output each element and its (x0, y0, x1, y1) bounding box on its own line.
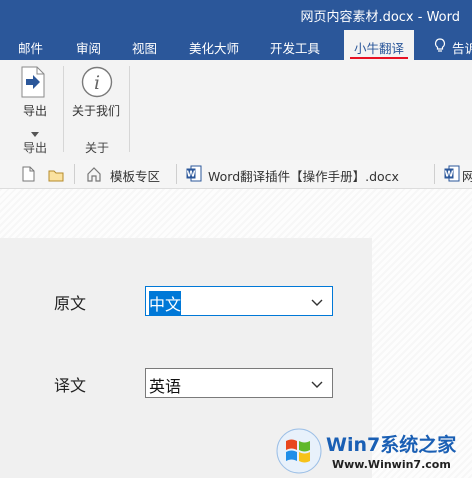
source-language-label: 原文 (54, 294, 87, 313)
chevron-down-icon (310, 376, 324, 390)
info-icon: i (81, 66, 113, 102)
watermark-url: Www.Winwin7.com (332, 458, 451, 471)
word-doc-icon: W (186, 165, 202, 186)
new-document-icon[interactable] (22, 166, 35, 186)
about-us-button[interactable]: i 关于我们 (68, 64, 126, 120)
tab-tell-me[interactable]: 告诉 (452, 38, 472, 57)
svg-text:W: W (187, 170, 196, 179)
next-document-tab[interactable]: 网 (462, 166, 472, 185)
word-doc-icon: W (444, 165, 460, 186)
tab-developer[interactable]: 开发工具 (270, 38, 320, 57)
document-tab-bar: 模板专区 W Word翻译插件【操作手册】.docx W 网 (0, 160, 472, 189)
window-title: 网页内容素材.docx - Word (300, 10, 460, 25)
tab-review[interactable]: 审阅 (76, 38, 101, 57)
svg-text:i: i (94, 72, 100, 94)
tab-mailings[interactable]: 邮件 (18, 38, 43, 57)
document-tab[interactable]: Word翻译插件【操作手册】.docx (208, 166, 399, 185)
home-icon (86, 166, 102, 186)
target-language-label: 译文 (54, 376, 87, 395)
divider (176, 164, 177, 184)
divider (74, 164, 75, 184)
source-language-value: 中文 (149, 291, 182, 315)
export-group: 导出 导出 (0, 60, 64, 160)
export-label: 导出 (23, 104, 48, 118)
group-separator (129, 66, 130, 152)
chevron-down-icon (310, 294, 324, 308)
lightbulb-icon (434, 38, 446, 57)
watermark-text: Win7系统之家 (326, 434, 457, 456)
export-group-label: 导出 (23, 141, 48, 155)
folder-icon[interactable] (48, 167, 64, 186)
watermark: Win7系统之家 Www.Winwin7.com (274, 426, 472, 478)
svg-text:W: W (445, 170, 454, 179)
target-language-value: 英语 (149, 377, 182, 396)
target-language-select[interactable]: 英语 (145, 368, 333, 398)
divider (434, 164, 435, 184)
export-button[interactable]: 导出 (10, 64, 56, 137)
tab-view[interactable]: 视图 (132, 38, 157, 57)
source-language-select[interactable]: 中文 (145, 286, 333, 316)
tab-niutrans[interactable]: 小牛翻译 (344, 30, 415, 60)
about-group: i 关于我们 关于 (64, 60, 130, 160)
template-area-tab[interactable]: 模板专区 (110, 166, 160, 185)
title-bar: 网页内容素材.docx - Word (0, 0, 472, 30)
windows-logo-icon (276, 428, 322, 478)
ribbon-tabs: 邮件 审阅 视图 美化大师 开发工具 小牛翻译 告诉 (0, 30, 472, 60)
about-group-label: 关于 (85, 141, 110, 155)
tab-beautify[interactable]: 美化大师 (189, 38, 239, 57)
ribbon: 导出 导出 i 关于我们 关于 (0, 60, 472, 161)
about-us-label: 关于我们 (72, 104, 121, 118)
export-icon (20, 66, 46, 102)
